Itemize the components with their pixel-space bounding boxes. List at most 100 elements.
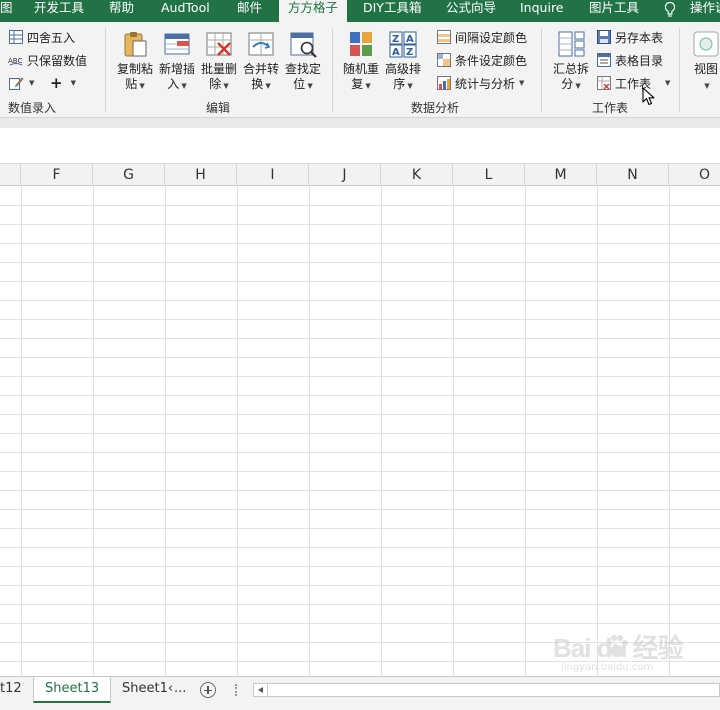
column-header-n[interactable]: N — [597, 164, 669, 186]
edit-dropdown-button[interactable]: ▼ — [8, 73, 34, 93]
advanced-sort-button[interactable]: ZAAZ 高级排 序 ▼ — [382, 29, 424, 94]
lightbulb-icon[interactable] — [663, 1, 677, 19]
find-locate-label-1: 查找定 — [284, 62, 321, 76]
stats-analysis-label: 统计与分析 — [455, 76, 516, 91]
sheet-tab-active[interactable]: Sheet13 — [33, 677, 112, 703]
grid-column-line — [669, 186, 670, 676]
save-as-sheet-label: 另存本表 — [615, 30, 664, 45]
column-header-g[interactable]: G — [93, 164, 165, 186]
grid-column-line — [453, 186, 454, 676]
tab-mail[interactable]: 邮件 — [237, 0, 262, 22]
tab-formula-wizard[interactable]: 公式向导 — [446, 0, 496, 22]
view-label: 视图 — [693, 62, 718, 76]
tab-view-partial[interactable]: 图 — [0, 0, 13, 22]
plus-icon: + — [50, 74, 63, 92]
tab-diy-toolbox[interactable]: DIY工具箱 — [363, 0, 421, 22]
column-header-e-partial[interactable] — [0, 164, 21, 186]
chevron-down-icon: ▼ — [665, 79, 671, 87]
sheet-tab-next[interactable]: Sheet1‹ — [122, 677, 173, 703]
table-toc-label: 表格目录 — [615, 53, 664, 68]
table-toc-button[interactable]: 表格目录 — [596, 50, 663, 70]
copy-paste-label-2: 贴 — [125, 77, 138, 91]
insert-table-icon — [162, 29, 192, 59]
merge-convert-button[interactable]: 合并转 换 ▼ — [240, 29, 282, 94]
grid-column-line — [381, 186, 382, 676]
summary-split-button[interactable]: 汇总拆 分 ▼ — [550, 29, 592, 94]
tab-audtool[interactable]: AudTool — [161, 0, 210, 22]
condition-color-button[interactable]: 条件设定颜色 — [436, 50, 527, 70]
random-repeat-button[interactable]: 随机重 复 ▼ — [340, 29, 382, 94]
column-header-k[interactable]: K — [381, 164, 453, 186]
chevron-down-icon: ▼ — [223, 82, 229, 90]
grid-column-line — [525, 186, 526, 676]
stats-analysis-button[interactable]: 统计与分析 ▼ — [436, 73, 524, 93]
grid-column-line — [165, 186, 166, 676]
grid-row-line — [0, 357, 720, 358]
find-locate-button[interactable]: 查找定 位 ▼ — [282, 29, 324, 94]
copy-paste-label-1: 复制粘 — [116, 62, 153, 76]
interval-color-button[interactable]: 间隔设定颜色 — [436, 27, 527, 47]
grid-column-line — [93, 186, 94, 676]
svg-text:A: A — [392, 47, 400, 58]
chevron-down-icon: ▼ — [29, 79, 35, 87]
copy-paste-button[interactable]: 复制粘 贴 ▼ — [114, 29, 156, 94]
column-header-o[interactable]: O — [669, 164, 720, 186]
column-header-f[interactable]: F — [21, 164, 93, 186]
sheet-tab-bar: t12 Sheet13 Sheet1‹ ... — [0, 676, 720, 710]
add-sheet-icon[interactable] — [200, 682, 216, 698]
grid-row-line — [0, 300, 720, 301]
worksheet-dropdown-button[interactable]: 工作表 ▼ — [596, 73, 670, 93]
grid-row-line — [0, 452, 720, 453]
tab-developer[interactable]: 开发工具 — [34, 0, 84, 22]
grid-row-line — [0, 395, 720, 396]
group-label-worksheet: 工作表 — [592, 101, 629, 115]
stats-chart-icon — [436, 75, 452, 91]
column-header-l[interactable]: L — [453, 164, 525, 186]
scroll-left-icon[interactable] — [254, 684, 268, 696]
column-header-m[interactable]: M — [525, 164, 597, 186]
mouse-pointer-icon — [642, 87, 655, 106]
horizontal-scrollbar[interactable] — [253, 683, 720, 697]
chevron-down-icon: ▼ — [704, 82, 710, 90]
summary-split-label-1: 汇总拆 — [552, 62, 589, 76]
splitter-handle[interactable] — [235, 684, 237, 696]
paw-icon — [606, 635, 628, 657]
keep-values-button[interactable]: ABC 只保留数值 — [8, 50, 87, 70]
chevron-down-icon: ▼ — [307, 82, 313, 90]
tab-picture-tools[interactable]: 图片工具 — [589, 0, 639, 22]
scroll-thumb[interactable] — [270, 685, 690, 695]
grid-column-line — [597, 186, 598, 676]
grid-row-line — [0, 414, 720, 415]
svg-text:Z: Z — [406, 47, 413, 58]
view-circle-icon — [691, 29, 720, 59]
column-header-j[interactable]: J — [309, 164, 381, 186]
tab-fangfang-gezi[interactable]: 方方格子 — [279, 0, 348, 22]
merge-convert-label-1: 合并转 — [242, 62, 279, 76]
tab-help[interactable]: 帮助 — [109, 0, 134, 22]
tab-tell-me[interactable]: 操作说 — [690, 0, 720, 22]
view-button[interactable]: 视图 ▼ — [685, 29, 720, 94]
svg-text:A: A — [406, 34, 414, 45]
round-button[interactable]: 四舍五入 — [8, 27, 75, 47]
insert-new-button[interactable]: 新增插 入 ▼ — [156, 29, 198, 94]
tab-inquire[interactable]: Inquire — [520, 0, 564, 22]
group-divider — [332, 28, 333, 112]
baidu-watermark: Bai du 经验 jingyan.baidu.com — [553, 628, 713, 678]
grid-row-line — [0, 262, 720, 263]
ribbon-shadow-band — [0, 118, 720, 128]
batch-delete-icon — [204, 29, 234, 59]
cell-grid[interactable] — [0, 186, 720, 676]
column-header-i[interactable]: I — [237, 164, 309, 186]
grid-column-line — [309, 186, 310, 676]
magnifier-table-icon — [288, 29, 318, 59]
column-header-h[interactable]: H — [165, 164, 237, 186]
interval-color-icon — [436, 29, 452, 45]
plus-dropdown-button[interactable]: + ▼ — [50, 73, 76, 93]
edit-pencil-icon — [8, 75, 24, 91]
sheet-tab-more[interactable]: ... — [174, 677, 186, 703]
batch-delete-button[interactable]: 批量删 除 ▼ — [198, 29, 240, 94]
chevron-down-icon: ▼ — [407, 82, 413, 90]
save-as-sheet-button[interactable]: 另存本表 — [596, 27, 663, 47]
group-divider — [541, 28, 542, 112]
sheet-tab-previous[interactable]: t12 — [0, 677, 22, 703]
